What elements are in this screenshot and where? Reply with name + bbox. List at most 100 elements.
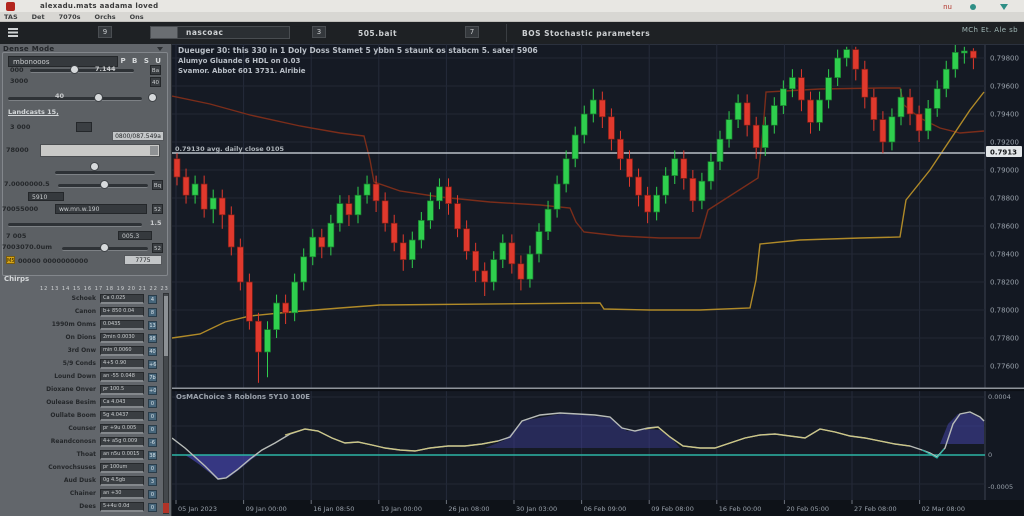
slider2-handle[interactable] [94, 93, 103, 102]
param-row[interactable]: Lound Down an -55 0.048 7b [0, 371, 158, 384]
toolbar-separator [506, 24, 507, 42]
burger-icon[interactable] [8, 28, 18, 37]
param-row[interactable]: Dees 5+4u 0.0d 0 [0, 501, 158, 514]
param-button[interactable]: 0 [148, 425, 157, 434]
param-button[interactable]: 13 [148, 321, 157, 330]
param-value[interactable]: 0.0435 [100, 320, 144, 330]
param-button[interactable]: 8 [148, 308, 157, 317]
candlestick-chart[interactable]: 0.79130 avg. daily close 0105 OsMAChoice … [172, 44, 1024, 516]
slider4-button[interactable]: Bq [152, 180, 163, 190]
param-button[interactable]: +0 [148, 386, 157, 395]
param-value[interactable]: 5+4u 0.0d [100, 502, 144, 512]
param-value[interactable]: pr 100um [100, 463, 144, 473]
param-button[interactable]: 0 [148, 490, 157, 499]
param-row[interactable]: Canon b+ 850 0.04 8 [0, 306, 158, 319]
row4-button[interactable] [76, 122, 92, 132]
param-value[interactable]: min 0.0060 [100, 346, 144, 356]
candle-body [381, 200, 389, 224]
menu-file[interactable]: TAS [4, 13, 18, 21]
param-row[interactable]: Oulease Besim Ca 4.043 0 [0, 397, 158, 410]
param-value[interactable]: an n5u 0.0015 [100, 450, 144, 460]
param-button[interactable]: 4 [148, 295, 157, 304]
param-row[interactable]: Aud Dusk 0g 4.5gb 3 [0, 475, 158, 488]
param-button[interactable]: 0 [148, 412, 157, 421]
param-row[interactable]: Counser pr +9u 0.005 0 [0, 423, 158, 436]
param-value[interactable]: b+ 850 0.04 [100, 307, 144, 317]
param-button[interactable]: 98 [148, 334, 157, 343]
param-value[interactable]: an +30 [100, 489, 144, 499]
sidebar-scrollbar[interactable] [163, 293, 169, 514]
param-row[interactable]: Chainer an +30 0 [0, 488, 158, 501]
param-row[interactable]: 1990m Onms 0.0435 13 [0, 319, 158, 332]
param-value[interactable]: 5g 4.0437 [100, 411, 144, 421]
param-button[interactable]: 0 [148, 464, 157, 473]
level-handle[interactable] [90, 162, 99, 171]
menu-orders[interactable]: Orchs [95, 13, 116, 21]
symbol-label[interactable]: 505.bait [358, 29, 397, 38]
chart-tab[interactable]: BOS Stochastic parameters [522, 29, 650, 38]
field-icons[interactable]: P B S U [120, 57, 163, 65]
spinner-1[interactable]: 9 [98, 26, 112, 38]
param-value[interactable]: pr 100.5 [100, 385, 144, 395]
param-row[interactable]: Thoat an n5u 0.0015 38 [0, 449, 158, 462]
spinner-2[interactable]: 3 [312, 26, 326, 38]
param-value[interactable]: 2min 0.0030 [100, 333, 144, 343]
slider1-button[interactable]: Ba [150, 65, 161, 75]
candle-body [825, 77, 832, 101]
level-bar[interactable] [40, 144, 160, 157]
param-value[interactable]: pr +9u 0.005 [100, 424, 144, 434]
menu-edit[interactable]: Det [32, 13, 45, 21]
row2-button[interactable]: 40 [150, 77, 161, 87]
menu-tools[interactable]: 7070s [59, 13, 81, 21]
slider6-button[interactable]: 52 [152, 243, 163, 253]
slider3-track[interactable] [55, 171, 155, 175]
long-button[interactable]: 0800/087.549a [112, 131, 164, 141]
menu-options[interactable]: Ons [130, 13, 144, 21]
param-button[interactable]: 7b [148, 373, 157, 382]
param-button[interactable]: 38 [148, 451, 157, 460]
param-button[interactable]: 0 [148, 399, 157, 408]
param-value[interactable]: an -55 0.048 [100, 372, 144, 382]
slider1-handle[interactable] [70, 65, 79, 74]
param-row[interactable]: 5/9 Conds 4+5 0.90 +6 [0, 358, 158, 371]
param-row[interactable]: Convochsuses pr 100um 0 [0, 462, 158, 475]
indicator-input[interactable]: nascoac [150, 26, 290, 39]
input-row-value[interactable]: ww.mn.w.190 [55, 204, 147, 214]
slider6-handle[interactable] [100, 243, 109, 252]
param-button[interactable]: +6 [148, 360, 157, 369]
panel-divider-shadow [172, 389, 1024, 392]
param-row[interactable]: Oullate Boom 5g 4.0437 0 [0, 410, 158, 423]
apply-button[interactable]: 7775 [124, 255, 162, 265]
param-row[interactable]: Reandconosn 4+ a5g 0.009 -6 [0, 436, 158, 449]
param-row[interactable]: Schoek Ca 0.025 4 [0, 293, 158, 306]
param-button[interactable]: -6 [148, 438, 157, 447]
param-value[interactable]: 0g 4.5gb [100, 476, 144, 486]
value-box-5910[interactable]: 5910 [28, 192, 64, 201]
row2-label: 3000 [10, 77, 29, 85]
collapse-chevron-icon[interactable] [157, 47, 163, 51]
param-button[interactable]: 0 [148, 503, 157, 512]
slider4-handle[interactable] [100, 180, 109, 189]
slider1-track[interactable] [30, 69, 134, 73]
candle-body [481, 270, 489, 283]
row8-box[interactable]: 005.3 [118, 231, 152, 240]
input-row-button[interactable]: 52 [152, 204, 163, 214]
slider2-track[interactable] [8, 97, 142, 101]
advanced-link[interactable]: Landcasts 15, [8, 108, 59, 116]
param-row[interactable]: 3rd Onw min 0.0060 40 [0, 345, 158, 358]
param-value[interactable]: Ca 0.025 [100, 294, 144, 304]
param-value[interactable]: 4+ a5g 0.009 [100, 437, 144, 447]
scrollbar-thumb[interactable] [164, 296, 168, 356]
slider2-handle2[interactable] [148, 93, 157, 102]
close-button[interactable] [1000, 4, 1008, 10]
minimize-button[interactable] [970, 4, 976, 10]
param-button[interactable]: 40 [148, 347, 157, 356]
param-value[interactable]: 4+5 0.90 [100, 359, 144, 369]
param-value[interactable]: Ca 4.043 [100, 398, 144, 408]
param-button[interactable]: 3 [148, 477, 157, 486]
candle-body [942, 68, 950, 90]
slider5-track[interactable] [8, 223, 142, 227]
spinner-3[interactable]: 7 [465, 26, 479, 38]
param-row[interactable]: Dioxane Onver pr 100.5 +0 [0, 384, 158, 397]
param-row[interactable]: On Dions 2min 0.0030 98 [0, 332, 158, 345]
